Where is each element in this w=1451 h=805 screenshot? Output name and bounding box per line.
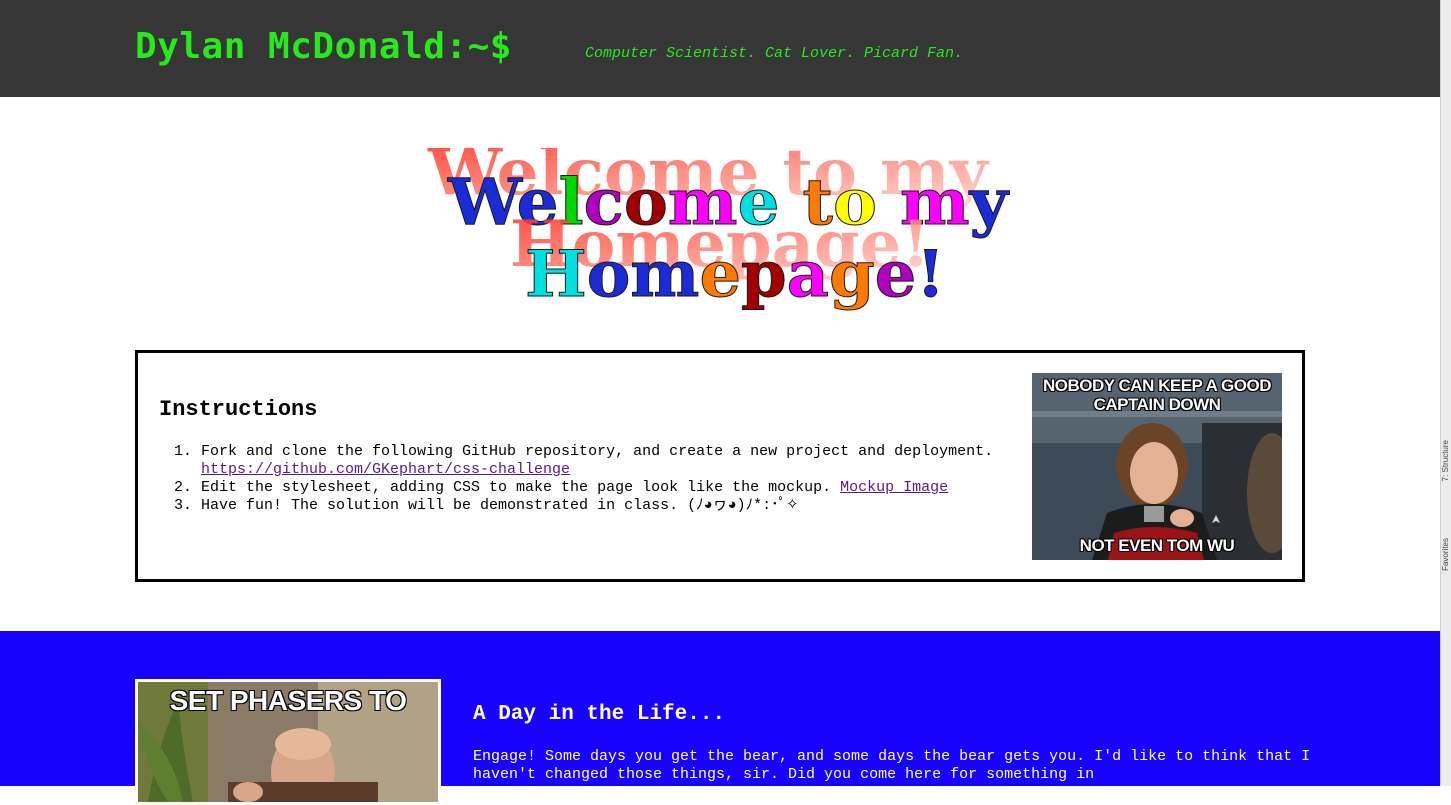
day-in-the-life-section: SET PHASERS TO A Day in the Life... Enga… [0,631,1440,805]
site-tagline: Computer Scientist. Cat Lover. Picard Fa… [585,45,964,62]
day-section-text: Engage! Some days you get the bear, and … [473,748,1311,783]
janeway-meme-image: NOBODY CAN KEEP A GOOD CAPTAIN DOWN NOT … [1032,373,1282,560]
site-title: Dylan McDonald:~$ [135,26,512,67]
site-header: Dylan McDonald:~$ Computer Scientist. Ca… [0,0,1440,97]
picard-meme-caption: SET PHASERS TO [169,685,407,716]
day-section-title: A Day in the Life... [473,703,726,726]
instructions-title: Instructions [159,397,318,422]
instruction-text-2: Edit the stylesheet, adding CSS to make … [201,479,832,496]
meme-bottom-caption: NOT EVEN TOM WU [1079,536,1235,555]
ide-side-panel [1440,0,1451,786]
favorites-tool-tab[interactable]: Favorites [1441,538,1450,571]
picard-meme-image: SET PHASERS TO [135,679,441,805]
instruction-text-1: Fork and clone the following GitHub repo… [201,443,994,460]
list-item: Have fun! The solution will be demonstra… [201,497,1051,515]
instructions-panel: Instructions Fork and clone the followin… [135,350,1305,582]
mockup-image-link[interactable]: Mockup Image [840,479,948,496]
structure-tool-tab[interactable]: 7: Structure [1441,440,1450,481]
list-item: Edit the stylesheet, adding CSS to make … [201,479,1051,497]
welcome-banner-image: Welcome to my Welcome to my Homepage! Ho… [420,135,1020,320]
instructions-list: Fork and clone the following GitHub repo… [159,443,1051,515]
instruction-text-3: Have fun! The solution will be demonstra… [201,497,799,514]
list-item: Fork and clone the following GitHub repo… [201,443,1051,479]
meme-top-caption: NOBODY CAN KEEP A GOOD CAPTAIN DOWN [1043,376,1271,414]
svg-text:Homepage!: Homepage! [525,237,945,312]
repo-link[interactable]: https://github.com/GKephart/css-challeng… [201,461,570,478]
